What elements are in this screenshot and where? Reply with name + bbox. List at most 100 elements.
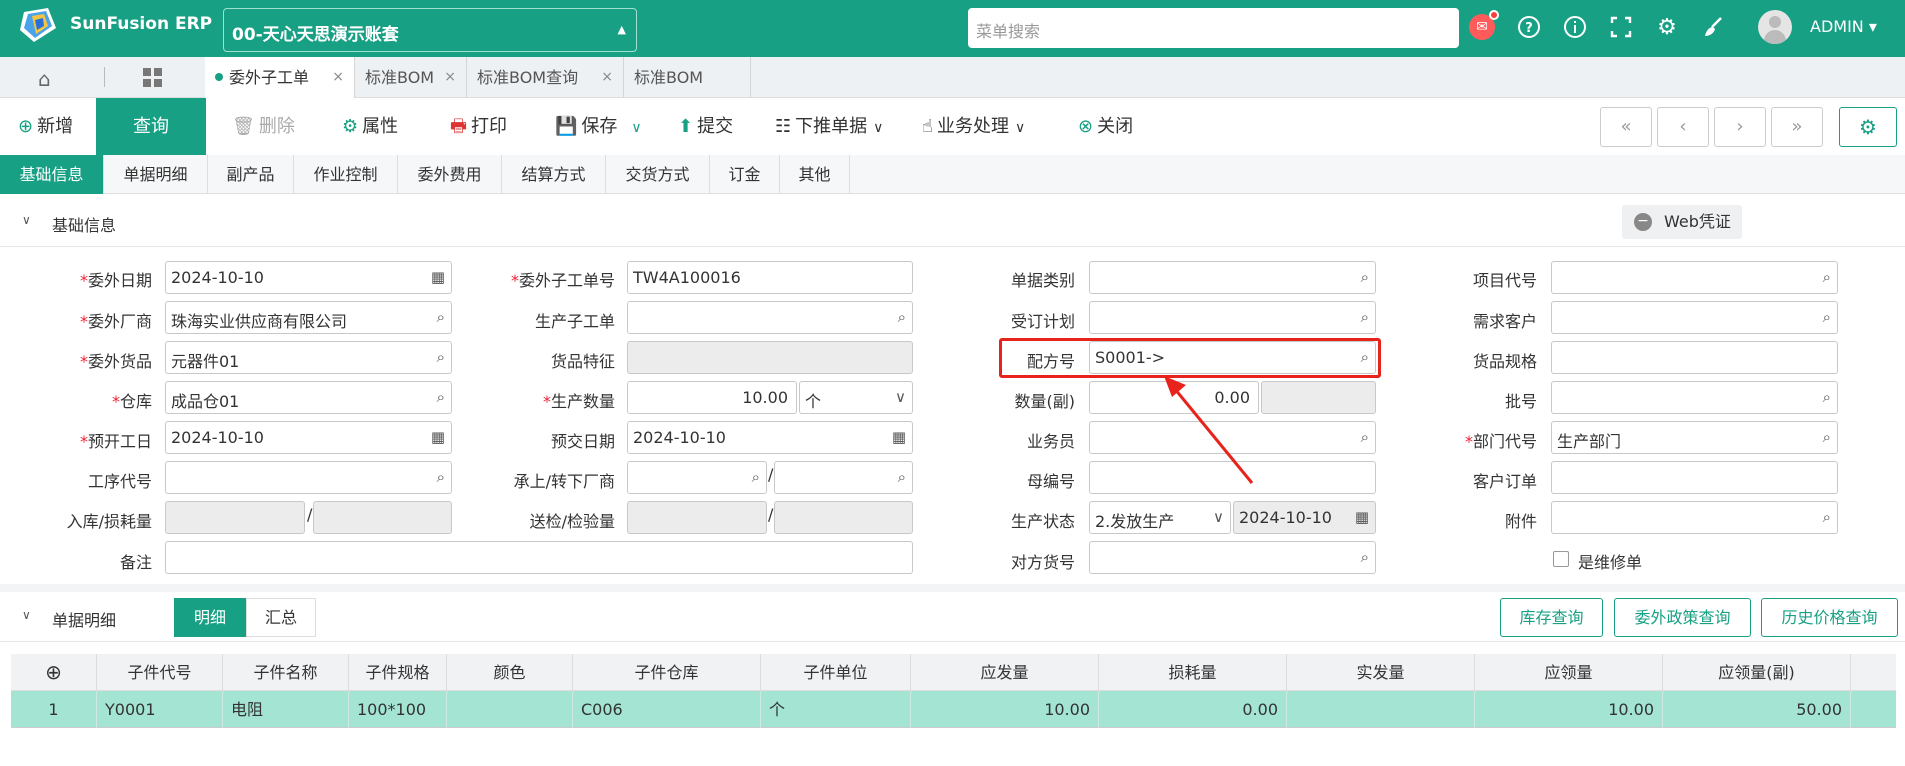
first-record-button[interactable]: « xyxy=(1600,107,1652,147)
subtab-delivery[interactable]: 交货方式 xyxy=(606,155,710,194)
downstream-vendor-field[interactable]: ⌕ xyxy=(774,461,913,494)
upstream-vendor-field[interactable]: ⌕ xyxy=(627,461,767,494)
cell-warehouse[interactable]: C006 xyxy=(573,691,761,728)
wwzgdh-field[interactable]: TW4A100016 xyxy=(627,261,913,294)
price-history-button[interactable]: 历史价格查询 xyxy=(1761,598,1898,637)
apps-grid-icon[interactable] xyxy=(142,67,164,93)
col-header[interactable]: 应领量 xyxy=(1475,654,1663,691)
djlb-field[interactable]: ⌕ xyxy=(1089,261,1376,294)
avatar[interactable] xyxy=(1758,10,1792,44)
print-button[interactable]: 🖶 打印 xyxy=(450,98,507,155)
search-icon[interactable]: ⌕ xyxy=(437,308,445,326)
help-icon[interactable]: ? xyxy=(1516,15,1542,41)
hpgg-field[interactable] xyxy=(1551,341,1838,374)
seg-summary-button[interactable]: 汇总 xyxy=(246,598,316,637)
tab-bom-2[interactable]: 标准BOM xyxy=(624,57,751,98)
search-icon[interactable]: ⌕ xyxy=(437,468,445,486)
search-icon[interactable]: ⌕ xyxy=(898,308,906,326)
menu-search-input[interactable]: 菜单搜索 xyxy=(968,8,1459,48)
search-icon[interactable]: ⌕ xyxy=(1361,548,1369,566)
home-icon[interactable]: ⌂ xyxy=(38,67,51,91)
tab-wwzgd[interactable]: 委外子工单 × xyxy=(205,57,355,98)
cell-actual-qty[interactable] xyxy=(1287,691,1475,728)
unit-select[interactable]: 个 ∨ xyxy=(799,381,913,414)
search-icon[interactable]: ⌕ xyxy=(1823,268,1831,286)
cell-code[interactable]: Y0001 xyxy=(97,691,223,728)
wwhp-field[interactable]: 元器件01 ⌕ xyxy=(165,341,452,374)
tab-bom-query[interactable]: 标准BOM查询 × xyxy=(467,57,624,98)
cell-spec[interactable]: 100*100 xyxy=(349,691,447,728)
push-down-button[interactable]: ☷ 下推单据 ∨ xyxy=(775,98,883,155)
business-button[interactable]: ☝ 业务处理 ∨ xyxy=(922,98,1025,155)
subtab-deposit[interactable]: 订金 xyxy=(710,155,780,194)
close-icon[interactable]: × xyxy=(444,57,456,98)
xmdh-field[interactable]: ⌕ xyxy=(1551,261,1838,294)
add-button[interactable]: ⊕ 新增 xyxy=(18,98,73,155)
cell-req-qty[interactable]: 10.00 xyxy=(1475,691,1663,728)
cell-name[interactable]: 电阻 xyxy=(223,691,349,728)
last-record-button[interactable]: » xyxy=(1771,107,1823,147)
next-record-button[interactable]: › xyxy=(1714,107,1766,147)
toolbar-settings-button[interactable]: ⚙ xyxy=(1839,107,1897,147)
subtab-details[interactable]: 单据明细 xyxy=(104,155,208,194)
dfhh-field[interactable]: ⌕ xyxy=(1089,541,1376,574)
tab-bom[interactable]: 标准BOM × xyxy=(355,57,467,98)
subtab-fee[interactable]: 委外费用 xyxy=(398,155,502,194)
fullscreen-icon[interactable] xyxy=(1608,15,1634,41)
col-header[interactable]: 子件名称 xyxy=(223,654,349,691)
wwcs-field[interactable]: 珠海实业供应商有限公司 ⌕ xyxy=(165,301,452,334)
search-icon[interactable]: ⌕ xyxy=(752,468,760,486)
properties-button[interactable]: ⚙ 属性 xyxy=(342,98,398,155)
search-icon[interactable]: ⌕ xyxy=(1823,428,1831,446)
subtab-settlement[interactable]: 结算方式 xyxy=(502,155,606,194)
broom-clean-icon[interactable] xyxy=(1700,15,1726,41)
close-button[interactable]: ⊗ 关闭 xyxy=(1078,98,1133,155)
prev-record-button[interactable]: ‹ xyxy=(1657,107,1709,147)
col-header[interactable]: 子件规格 xyxy=(349,654,447,691)
close-icon[interactable]: × xyxy=(601,57,613,98)
search-icon[interactable]: ⌕ xyxy=(1823,388,1831,406)
policy-query-button[interactable]: 委外政策查询 xyxy=(1614,598,1751,637)
search-icon[interactable]: ⌕ xyxy=(1361,428,1369,446)
yjrq-date-field[interactable]: 2024-10-10 ▦ xyxy=(627,421,913,454)
cell-loss-qty[interactable]: 0.00 xyxy=(1099,691,1287,728)
gxdh-field[interactable]: ⌕ xyxy=(165,461,452,494)
col-header[interactable]: 子件单位 xyxy=(761,654,911,691)
search-icon[interactable]: ⌕ xyxy=(1823,508,1831,526)
seg-detail-button[interactable]: 明细 xyxy=(174,598,246,637)
search-icon[interactable]: ⌕ xyxy=(1361,308,1369,326)
settings-gear-icon[interactable]: ⚙ xyxy=(1654,15,1680,41)
search-icon[interactable]: ⌕ xyxy=(1361,268,1369,286)
scsl-field[interactable]: 10.00 xyxy=(627,381,797,414)
search-icon[interactable]: ⌕ xyxy=(437,348,445,366)
khdd-field[interactable] xyxy=(1551,461,1838,494)
attachment-field[interactable]: ⌕ xyxy=(1551,501,1838,534)
warehouse-field[interactable]: 成品仓01 ⌕ xyxy=(165,381,452,414)
user-menu[interactable]: ADMIN ▾ xyxy=(1810,17,1877,36)
xqkh-field[interactable]: ⌕ xyxy=(1551,301,1838,334)
col-header[interactable]: 子件仓库 xyxy=(573,654,761,691)
col-header[interactable]: 实发量 xyxy=(1287,654,1475,691)
query-button[interactable]: 查询 xyxy=(96,98,206,155)
info-icon[interactable] xyxy=(1562,15,1588,41)
web-voucher-button[interactable]: − Web凭证 xyxy=(1622,205,1742,239)
stock-query-button[interactable]: 库存查询 xyxy=(1500,598,1603,637)
submit-button[interactable]: ⬆ 提交 xyxy=(678,98,733,155)
cell-req2-qty[interactable]: 50.00 xyxy=(1663,691,1851,728)
subtab-byproduct[interactable]: 副产品 xyxy=(208,155,294,194)
remark-field[interactable] xyxy=(165,541,913,574)
bmdh-field[interactable]: 生产部门 ⌕ xyxy=(1551,421,1838,454)
delete-button[interactable]: 🗑 删除 xyxy=(232,98,295,155)
cell-unit[interactable]: 个 xyxy=(761,691,911,728)
sczt-select[interactable]: 2.发放生产 ∨ xyxy=(1089,501,1231,534)
col-header[interactable]: 损耗量 xyxy=(1099,654,1287,691)
subtab-operation[interactable]: 作业控制 xyxy=(294,155,398,194)
account-selector[interactable]: 00-天心天思演示账套 ▲ xyxy=(223,8,637,52)
save-button[interactable]: 💾 保存 ∨ xyxy=(555,98,642,155)
wwrq-date-field[interactable]: 2024-10-10 ▦ xyxy=(165,261,452,294)
sdjh-field[interactable]: ⌕ xyxy=(1089,301,1376,334)
cell-color[interactable] xyxy=(447,691,573,728)
col-header[interactable]: 应领量(副) xyxy=(1663,654,1851,691)
repair-order-checkbox[interactable] xyxy=(1553,551,1569,567)
table-row[interactable]: 1 Y0001 电阻 100*100 C006 个 10.00 0.00 10.… xyxy=(11,691,1896,728)
